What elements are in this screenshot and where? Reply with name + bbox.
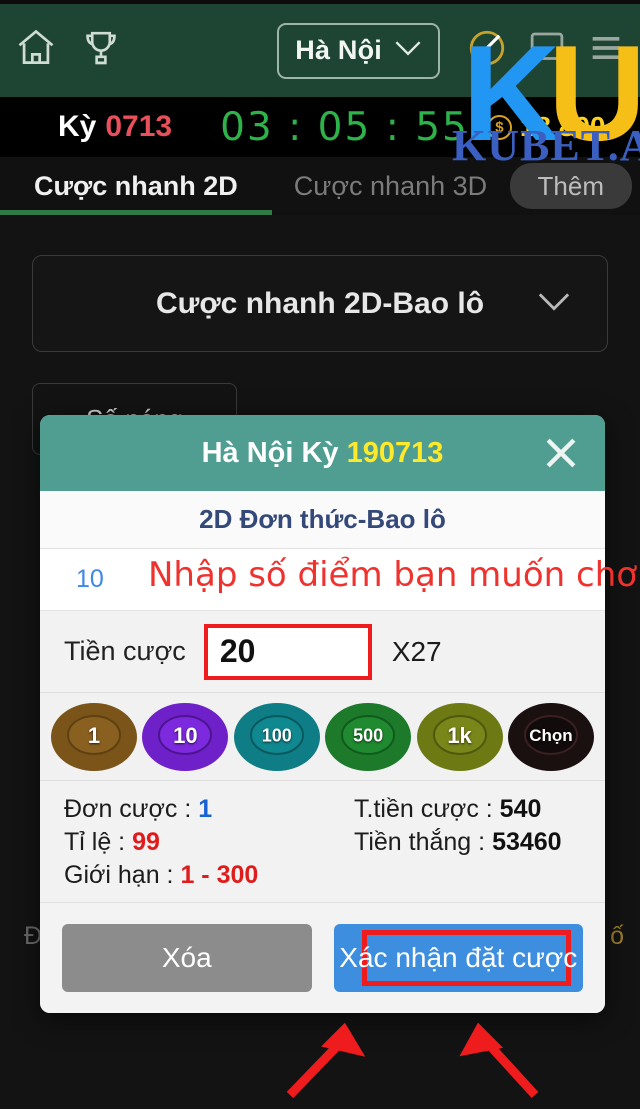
chip-choose-label: Chọn bbox=[529, 725, 573, 745]
more-tabs-button[interactable]: Thêm bbox=[509, 163, 632, 209]
home-icon[interactable] bbox=[14, 26, 58, 75]
chip-10[interactable]: 10 bbox=[141, 701, 229, 773]
bet-type-selector[interactable]: Cược nhanh 2D-Bao lô bbox=[32, 255, 608, 352]
stake-multiplier: X27 bbox=[391, 635, 442, 667]
background-text-right: ố bbox=[610, 922, 624, 950]
app-screen: Hà Nội Kỳ 0713 03: 05: 55 $ 18 800 Cượ… bbox=[0, 0, 640, 1109]
chip-500-label: 500 bbox=[353, 725, 384, 746]
chip-1k-label: 1k bbox=[447, 722, 472, 748]
modal-action-buttons: Xóa Xác nhận đặt cược bbox=[40, 903, 605, 1013]
modal-header: Hà Nội Kỳ 190713 bbox=[40, 415, 605, 491]
info-limit: Giới hạn : 1 - 300 bbox=[40, 861, 330, 890]
city-selector[interactable]: Hà Nội bbox=[277, 22, 440, 79]
close-x-icon[interactable] bbox=[539, 431, 583, 475]
chip-100[interactable]: 100 bbox=[233, 701, 321, 773]
info-unit-bet-label: Đơn cược : bbox=[64, 795, 199, 823]
info-total-bet-value: 540 bbox=[499, 795, 542, 823]
countdown-timer: 03 : 05 : 55 bbox=[220, 104, 469, 150]
modal-subtitle-bar: 2D Đơn thức-Bao lô bbox=[40, 491, 605, 549]
topbar-right-icons bbox=[466, 27, 626, 74]
bet-summary-info: Đơn cược : 1 T.tiền cược : 540 Tỉ lệ : 9… bbox=[40, 781, 605, 903]
draw-period-value: 0713 bbox=[105, 110, 173, 143]
balance-amount: 18 800 bbox=[519, 111, 606, 142]
annotation-instruction-text: Nhập số điểm bạn muốn chơi bbox=[148, 555, 640, 595]
info-win: Tiền thắng : 53460 bbox=[330, 828, 605, 857]
modal-title-period: 190713 bbox=[346, 436, 444, 469]
draw-timer-bar: Kỳ 0713 03 : 05 : 55 $ 18 800 bbox=[0, 97, 640, 157]
selected-number: 10 bbox=[76, 565, 104, 593]
info-unit-bet-value: 1 bbox=[198, 795, 213, 823]
confirm-bet-button[interactable]: Xác nhận đặt cược bbox=[333, 924, 583, 992]
confirm-bet-label: Xác nhận đặt cược bbox=[339, 942, 578, 973]
info-limit-value: 1 - 300 bbox=[180, 861, 259, 889]
chip-500[interactable]: 500 bbox=[324, 701, 412, 773]
modal-subtitle: 2D Đơn thức-Bao lô bbox=[199, 504, 446, 534]
stake-amount-row: Tiền cược 20 X27 bbox=[40, 611, 605, 693]
info-win-label: Tiền thắng : bbox=[354, 828, 493, 856]
chat-square-icon[interactable] bbox=[526, 27, 568, 74]
modal-title: Hà Nội Kỳ 190713 bbox=[202, 437, 444, 470]
chevron-down-icon bbox=[537, 291, 571, 316]
balance-display[interactable]: $ 18 800 bbox=[486, 111, 606, 143]
bet-mode-tabs: Cược nhanh 2D Cược nhanh 3D Thêm bbox=[0, 157, 640, 215]
info-win-value: 53460 bbox=[492, 828, 562, 856]
info-total-bet-label: T.tiền cược : bbox=[354, 795, 500, 823]
tab-quick-2d[interactable]: Cược nhanh 2D bbox=[0, 157, 272, 215]
tab-quick-3d[interactable]: Cược nhanh 3D bbox=[290, 157, 491, 215]
chip-choose[interactable]: Chọn bbox=[507, 701, 595, 773]
chip-10-label: 10 bbox=[173, 722, 198, 748]
clear-button-label: Xóa bbox=[161, 942, 212, 973]
stake-input-value: 20 bbox=[219, 633, 256, 669]
sound-muted-icon[interactable] bbox=[466, 27, 508, 74]
top-navigation-bar: Hà Nội bbox=[0, 4, 640, 97]
info-total-bet: T.tiền cược : 540 bbox=[330, 795, 605, 824]
bet-type-label: Cược nhanh 2D-Bao lô bbox=[155, 286, 485, 320]
chip-selector-row: 1 10 100 500 1k Chọn bbox=[40, 693, 605, 781]
chip-1-label: 1 bbox=[87, 722, 101, 748]
chevron-down-icon bbox=[394, 39, 422, 62]
chip-1[interactable]: 1 bbox=[50, 701, 138, 773]
draw-period-label: Kỳ bbox=[58, 110, 97, 143]
stake-input[interactable]: 20 bbox=[203, 623, 372, 680]
chip-1k[interactable]: 1k bbox=[416, 701, 504, 773]
bet-confirmation-modal: Hà Nội Kỳ 190713 2D Đơn thức-Bao lô 10 T… bbox=[40, 415, 605, 1013]
topbar-left-icons bbox=[14, 26, 122, 75]
info-limit-label: Giới hạn : bbox=[64, 861, 181, 889]
info-rate-label: Tỉ lệ : bbox=[64, 828, 133, 856]
stake-label: Tiền cược bbox=[64, 636, 186, 666]
info-rate-value: 99 bbox=[132, 828, 160, 856]
trophy-icon[interactable] bbox=[80, 26, 122, 75]
info-unit-bet: Đơn cược : 1 bbox=[40, 795, 330, 824]
info-rate: Tỉ lệ : 99 bbox=[40, 828, 330, 857]
clear-button[interactable]: Xóa bbox=[62, 924, 312, 992]
chip-100-label: 100 bbox=[261, 725, 292, 746]
modal-title-prefix: Hà Nội Kỳ bbox=[201, 436, 347, 469]
city-selector-label: Hà Nội bbox=[295, 35, 382, 65]
hamburger-menu-icon[interactable] bbox=[586, 28, 626, 73]
coin-dollar-icon: $ bbox=[486, 114, 512, 140]
